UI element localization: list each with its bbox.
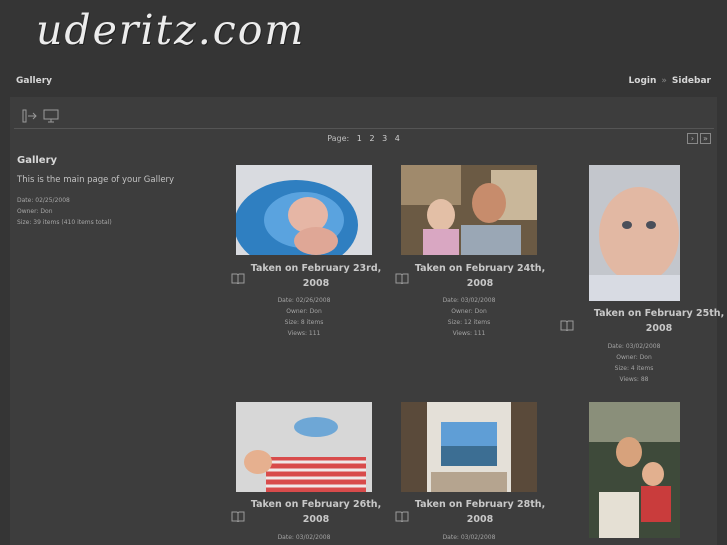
album-title-link[interactable]: Taken on February 24th, 2008 — [405, 261, 555, 291]
nav-separator: » — [661, 76, 667, 86]
gallery-info: Gallery This is the main page of your Ga… — [17, 155, 207, 228]
page-link-2[interactable]: 2 — [369, 134, 374, 143]
album-title-link[interactable]: Taken on February 23rd, 2008 — [241, 261, 391, 291]
album-thumbnail[interactable] — [236, 402, 372, 492]
album-views: Views: 111 — [452, 330, 486, 337]
last-page-icon[interactable]: » — [700, 133, 711, 144]
gallery-date: Date: 02/25/2008 — [17, 197, 70, 204]
album-size: Size: 8 items — [284, 319, 324, 326]
album-thumbnail[interactable] — [589, 165, 680, 301]
album-date: Date: 03/02/2008 — [442, 534, 496, 541]
page-link-1[interactable]: 1 — [357, 134, 362, 143]
user-links: Login » Sidebar — [629, 76, 711, 86]
album-meta: Date: 03/02/2008 — [229, 532, 379, 543]
album-thumbnail[interactable] — [236, 165, 372, 255]
album-thumbnail[interactable] — [401, 165, 537, 255]
gallery-meta: Date: 02/25/2008 Owner: Don Size: 39 ite… — [17, 195, 207, 228]
album-thumbnail[interactable] — [589, 402, 680, 538]
breadcrumb-gallery-link[interactable]: Gallery — [16, 76, 52, 86]
next-page-icon[interactable]: › — [687, 133, 698, 144]
pagination-label: Page: — [327, 134, 350, 143]
album-owner: Owner: Don — [451, 308, 487, 315]
album-meta: Date: 03/02/2008 Owner: Don Size: 12 ite… — [394, 295, 544, 339]
album-book-icon[interactable] — [560, 316, 574, 335]
site-logo[interactable]: uderitz.com — [36, 6, 305, 54]
album-date: Date: 03/02/2008 — [277, 534, 331, 541]
album-owner: Owner: Don — [286, 308, 322, 315]
gallery-owner: Owner: Don — [17, 208, 53, 215]
slideshow-icon[interactable] — [43, 108, 59, 127]
gallery-size: Size: 39 items (410 items total) — [17, 219, 112, 226]
gallery-description: This is the main page of your Gallery — [17, 175, 175, 185]
login-link[interactable]: Login — [629, 76, 657, 86]
album-date: Date: 03/02/2008 — [442, 297, 496, 304]
album-date: Date: 03/02/2008 — [607, 343, 661, 350]
sidebar-link[interactable]: Sidebar — [672, 76, 711, 86]
album-title-link[interactable]: Taken on February 26th, 2008 — [241, 497, 391, 527]
album-title-link[interactable]: Taken on February 28th, 2008 — [405, 497, 555, 527]
album-views: Views: 111 — [287, 330, 321, 337]
album-title-link[interactable]: Taken on February 25th, 2008 — [584, 306, 727, 336]
pagination: Page: 1 2 3 4 — [0, 134, 727, 143]
gallery-title: Gallery — [17, 155, 58, 166]
album-size: Size: 12 items — [447, 319, 491, 326]
page-link-4[interactable]: 4 — [395, 134, 400, 143]
album-meta: Date: 02/26/2008 Owner: Don Size: 8 item… — [229, 295, 379, 339]
album-size: Size: 4 items — [614, 365, 654, 372]
album-meta: Date: 03/02/2008 Owner: Don Size: 4 item… — [559, 341, 709, 385]
toolbar-divider — [14, 128, 714, 129]
album-owner: Owner: Don — [616, 354, 652, 361]
album-thumbnail[interactable] — [401, 402, 537, 492]
album-meta: Date: 03/02/2008 — [394, 532, 544, 543]
page-link-3[interactable]: 3 — [382, 134, 387, 143]
sidebar-toggle-icon[interactable] — [22, 108, 38, 127]
album-views: Views: 88 — [619, 376, 649, 383]
album-date: Date: 02/26/2008 — [277, 297, 331, 304]
